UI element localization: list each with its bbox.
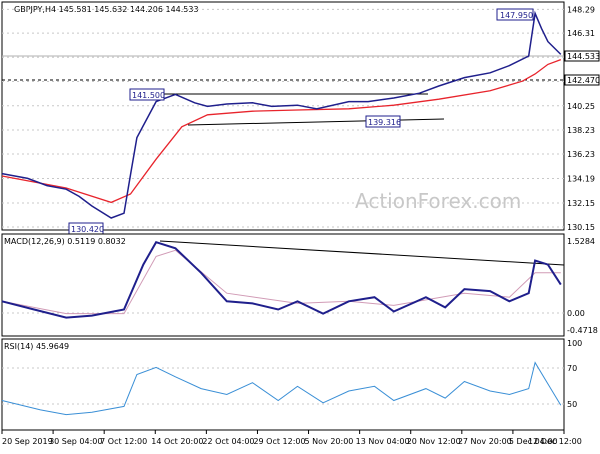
x-tick-label: 29 Oct 12:00 — [253, 437, 305, 446]
annotation-139316-label: 139.316 — [368, 118, 401, 127]
annotation-high-label: 147.950 — [500, 11, 533, 20]
current-price-tag-label: 144.533 — [567, 52, 600, 61]
price-ytick-label: 136.23 — [567, 150, 595, 159]
macd-ytick-top: 1.5284 — [567, 237, 595, 246]
x-tick-label: 5 Nov 20:00 — [305, 437, 354, 446]
rsi-ytick-70: 70 — [567, 364, 577, 373]
x-tick-label: 30 Sep 04:00 — [49, 437, 102, 446]
price-ytick-label: 138.23 — [567, 126, 595, 135]
rsi-ytick-50: 50 — [567, 400, 577, 409]
macd-panel-title: MACD(12,26,9) 0.5119 0.8032 — [4, 237, 126, 246]
x-tick-label: 22 Oct 04:00 — [202, 437, 254, 446]
price-ytick-label: 140.25 — [567, 102, 595, 111]
chart-root: GBPJPY,H4 145.581 145.632 144.206 144.53… — [0, 0, 600, 450]
price-ytick-label: 132.15 — [567, 199, 595, 208]
price-ytick-label: 134.19 — [567, 175, 595, 184]
watermark: ActionForex.com — [355, 189, 521, 213]
x-tick-label: 27 Nov 20:00 — [458, 437, 512, 446]
x-tick-label: 20 Nov 12:00 — [407, 437, 461, 446]
level-tag: 142.470 — [564, 74, 600, 86]
x-tick-label: 12 Dec 12:00 — [528, 437, 582, 446]
annotation-low-label: 130.420 — [71, 225, 104, 234]
price-ytick-label: 148.29 — [567, 5, 595, 14]
price-ytick-label: 130.15 — [567, 223, 595, 232]
macd-ytick-bottom: -0.4718 — [567, 326, 598, 335]
x-tick-label: 14 Oct 20:00 — [151, 437, 203, 446]
annotation-141500-label: 141.500 — [132, 91, 165, 100]
macd-ytick-zero: 0.00 — [567, 309, 585, 318]
annotation-141500: 141.500 — [129, 88, 165, 101]
annotation-high: 147.950 — [496, 8, 534, 21]
current-price-tag: 144.533 — [564, 50, 600, 62]
annotation-low: 130.420 — [68, 222, 104, 235]
rsi-ytick-100: 100 — [567, 339, 582, 348]
price-ytick-label: 146.31 — [567, 29, 595, 38]
level-tag-label: 142.470 — [567, 76, 600, 85]
x-tick-label: 7 Oct 12:00 — [100, 437, 147, 446]
annotation-139316: 139.316 — [365, 115, 401, 128]
rsi-panel-title: RSI(14) 45.9649 — [4, 342, 69, 351]
x-tick-label: 13 Nov 04:00 — [356, 437, 410, 446]
x-tick-label: 20 Sep 2019 — [2, 437, 53, 446]
price-panel-title: GBPJPY,H4 145.581 145.632 144.206 144.53… — [14, 5, 199, 14]
